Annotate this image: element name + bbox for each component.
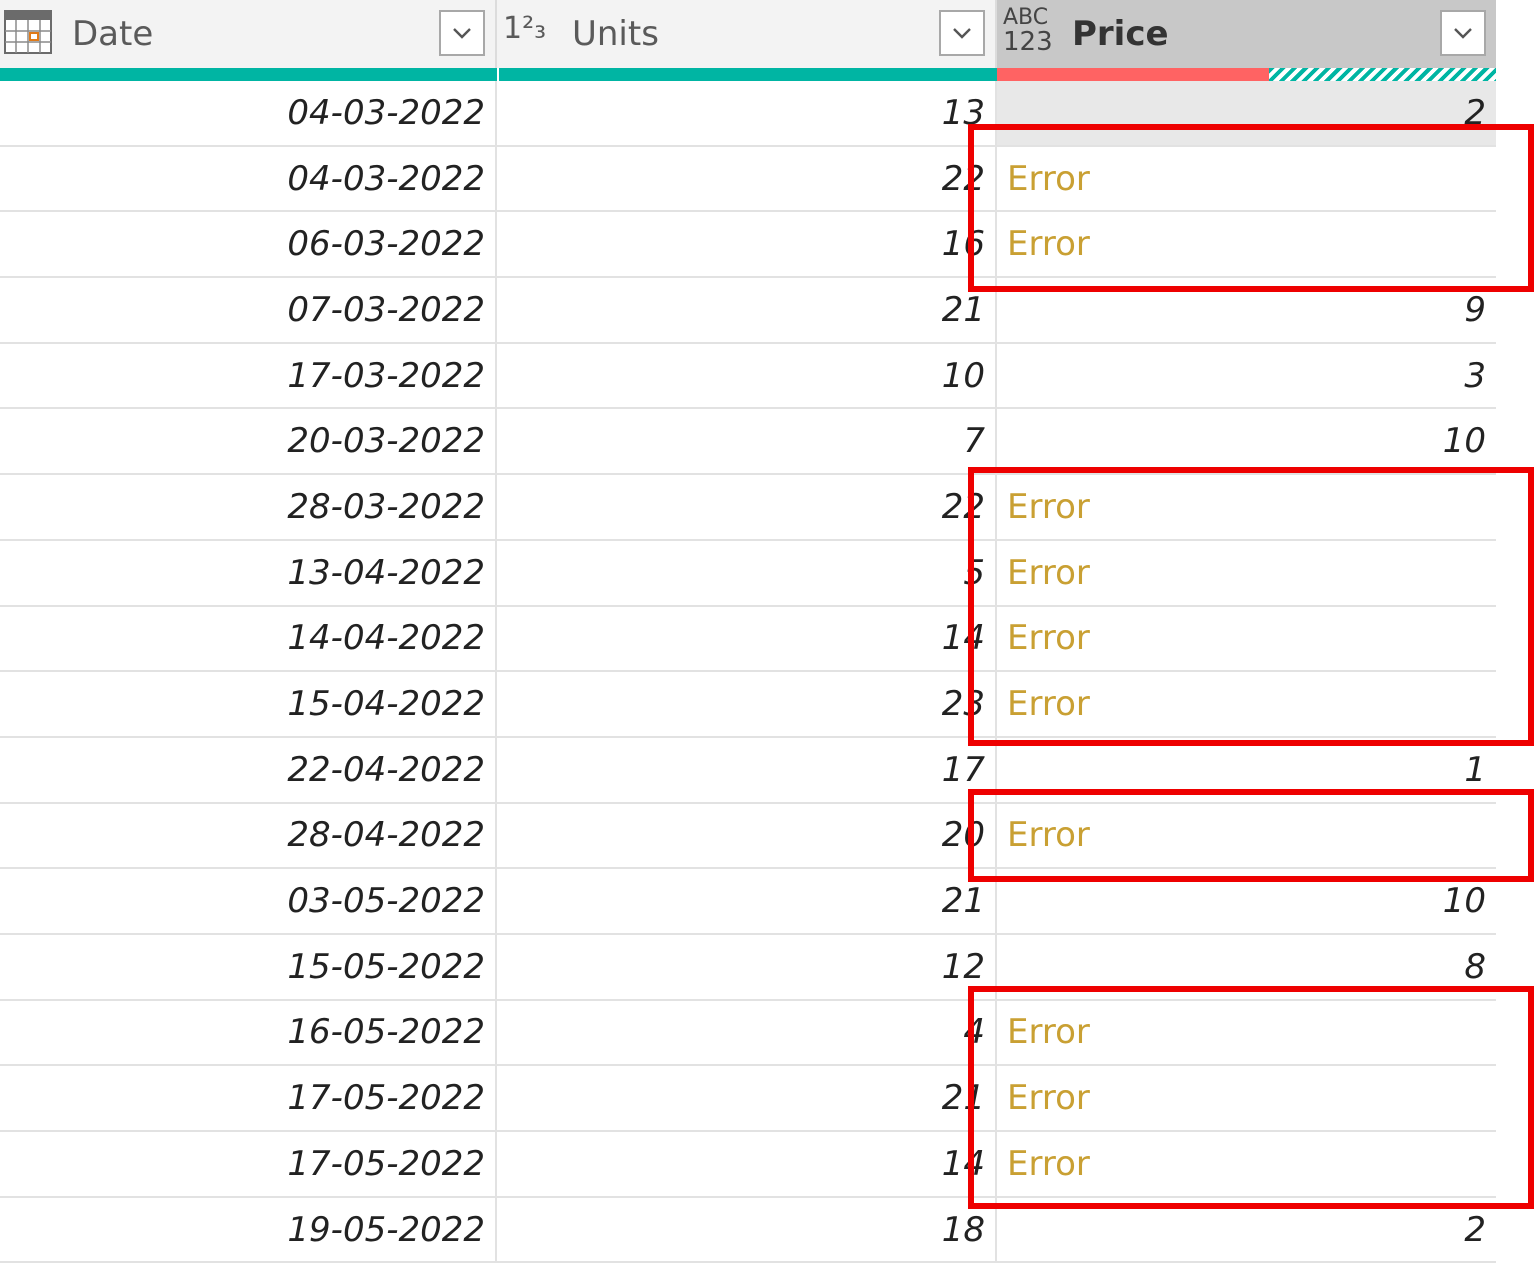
cell-units[interactable]: 16: [497, 212, 997, 277]
cell-date[interactable]: 06-03-2022: [0, 212, 497, 277]
cell-units[interactable]: 23: [497, 672, 997, 736]
column-header-units[interactable]: 1²₃ Units: [497, 0, 997, 68]
cell-units[interactable]: 22: [497, 146, 997, 211]
table-row[interactable]: 04-03-2022 13 2: [0, 81, 1496, 147]
table-row[interactable]: 04-03-2022 22 Error: [0, 146, 1496, 213]
cell-date[interactable]: 07-03-2022: [0, 278, 497, 342]
cell-date[interactable]: 17-03-2022: [0, 343, 497, 408]
table-row[interactable]: 13-04-2022 5 Error: [0, 540, 1496, 607]
cell-date[interactable]: 22-04-2022: [0, 737, 497, 802]
cell-price[interactable]: 2: [997, 1198, 1496, 1262]
cell-date[interactable]: 17-05-2022: [0, 1066, 497, 1130]
cell-price[interactable]: 10: [997, 409, 1496, 473]
cell-date[interactable]: 04-03-2022: [0, 146, 497, 211]
cell-date[interactable]: 16-05-2022: [0, 1000, 497, 1065]
table-row[interactable]: 06-03-2022 16 Error: [0, 212, 1496, 279]
cell-units[interactable]: 14: [497, 1132, 997, 1196]
filter-dropdown-button[interactable]: [1440, 10, 1486, 56]
column-header-label: Units: [572, 14, 659, 54]
cell-date[interactable]: 17-05-2022: [0, 1132, 497, 1196]
cell-date[interactable]: 19-05-2022: [0, 1197, 497, 1262]
cell-units[interactable]: 20: [497, 803, 997, 868]
table-row[interactable]: 16-05-2022 4 Error: [0, 1000, 1496, 1067]
table-row[interactable]: 28-03-2022 22 Error: [0, 475, 1496, 541]
column-quality-bar-date: [0, 68, 497, 81]
table-row[interactable]: 17-05-2022 14 Error: [0, 1132, 1496, 1198]
table-row[interactable]: 17-03-2022 10 3: [0, 343, 1496, 410]
cell-units[interactable]: 13: [497, 81, 997, 145]
cell-date[interactable]: 20-03-2022: [0, 409, 497, 474]
chevron-down-icon: [453, 28, 471, 39]
table-row[interactable]: 20-03-2022 7 10: [0, 409, 1496, 476]
table-row[interactable]: 19-05-2022 18 2: [0, 1197, 1496, 1264]
table-body: 04-03-2022 13 2 04-03-2022 22 Error 06-03-2022…: [0, 81, 1496, 1264]
cell-units[interactable]: 21: [497, 278, 997, 342]
cell-units[interactable]: 12: [497, 934, 997, 999]
cell-price-error[interactable]: Error: [997, 1132, 1496, 1196]
column-header-label: Date: [72, 14, 154, 54]
column-quality-bar-price-valid: [1269, 68, 1496, 81]
cell-price[interactable]: 10: [997, 869, 1496, 933]
cell-date[interactable]: 15-05-2022: [0, 934, 497, 999]
table-row[interactable]: 03-05-2022 21 10: [0, 869, 1496, 935]
cell-units[interactable]: 10: [497, 343, 997, 408]
cell-units[interactable]: 4: [497, 1000, 997, 1065]
filter-dropdown-button[interactable]: [439, 10, 485, 56]
table-row[interactable]: 17-05-2022 21 Error: [0, 1066, 1496, 1132]
cell-price-error[interactable]: Error: [997, 1066, 1496, 1130]
table-row[interactable]: 07-03-2022 21 9: [0, 278, 1496, 344]
data-preview-grid: Date 1²₃ Units ABC 123 Price 04-03-2022 …: [0, 0, 1496, 1268]
cell-units[interactable]: 21: [497, 869, 997, 933]
cell-price[interactable]: 2: [997, 81, 1496, 145]
cell-units[interactable]: 5: [497, 540, 997, 605]
any-type-icon[interactable]: ABC 123: [1003, 6, 1059, 60]
column-quality-bar-price-error: [997, 68, 1269, 81]
filter-dropdown-button[interactable]: [939, 10, 985, 56]
whole-number-icon[interactable]: 1²₃: [503, 14, 559, 58]
table-row[interactable]: 15-04-2022 23 Error: [0, 672, 1496, 738]
type-glyph-bottom: 123: [1003, 27, 1053, 57]
cell-price-error[interactable]: Error: [997, 672, 1496, 736]
cell-price-error[interactable]: Error: [997, 1001, 1496, 1065]
cell-date[interactable]: 15-04-2022: [0, 672, 497, 736]
cell-price-error[interactable]: Error: [997, 541, 1496, 605]
table-row[interactable]: 22-04-2022 17 1: [0, 737, 1496, 804]
cell-units[interactable]: 7: [497, 409, 997, 474]
chevron-down-icon: [1454, 28, 1472, 39]
cell-date[interactable]: 04-03-2022: [0, 81, 497, 145]
cell-date[interactable]: 13-04-2022: [0, 540, 497, 605]
cell-price-error[interactable]: Error: [997, 475, 1496, 539]
column-quality-bar-units: [497, 68, 997, 81]
column-header-date[interactable]: Date: [0, 0, 497, 68]
cell-price-error[interactable]: Error: [997, 212, 1496, 276]
cell-date[interactable]: 28-04-2022: [0, 803, 497, 868]
cell-units[interactable]: 17: [497, 737, 997, 802]
calendar-icon[interactable]: [4, 10, 52, 54]
cell-price[interactable]: 1: [997, 738, 1496, 802]
cell-price[interactable]: 9: [997, 278, 1496, 342]
cell-price[interactable]: 8: [997, 935, 1496, 999]
cell-date[interactable]: 03-05-2022: [0, 869, 497, 933]
table-row[interactable]: 14-04-2022 14 Error: [0, 606, 1496, 673]
table-row[interactable]: 28-04-2022 20 Error: [0, 803, 1496, 870]
cell-price-error[interactable]: Error: [997, 147, 1496, 211]
column-header-label: Price: [1072, 14, 1169, 54]
cell-units[interactable]: 18: [497, 1197, 997, 1262]
table-row[interactable]: 15-05-2022 12 8: [0, 934, 1496, 1001]
cell-units[interactable]: 22: [497, 475, 997, 539]
column-header-row: Date 1²₃ Units ABC 123 Price: [0, 0, 1496, 68]
cell-price-error[interactable]: Error: [997, 804, 1496, 868]
cell-units[interactable]: 14: [497, 606, 997, 671]
cell-price[interactable]: 3: [997, 344, 1496, 408]
chevron-down-icon: [953, 28, 971, 39]
cell-price-error[interactable]: Error: [997, 607, 1496, 671]
column-header-price[interactable]: ABC 123 Price: [997, 0, 1496, 68]
cell-units[interactable]: 21: [497, 1066, 997, 1130]
cell-date[interactable]: 14-04-2022: [0, 606, 497, 671]
cell-date[interactable]: 28-03-2022: [0, 475, 497, 539]
